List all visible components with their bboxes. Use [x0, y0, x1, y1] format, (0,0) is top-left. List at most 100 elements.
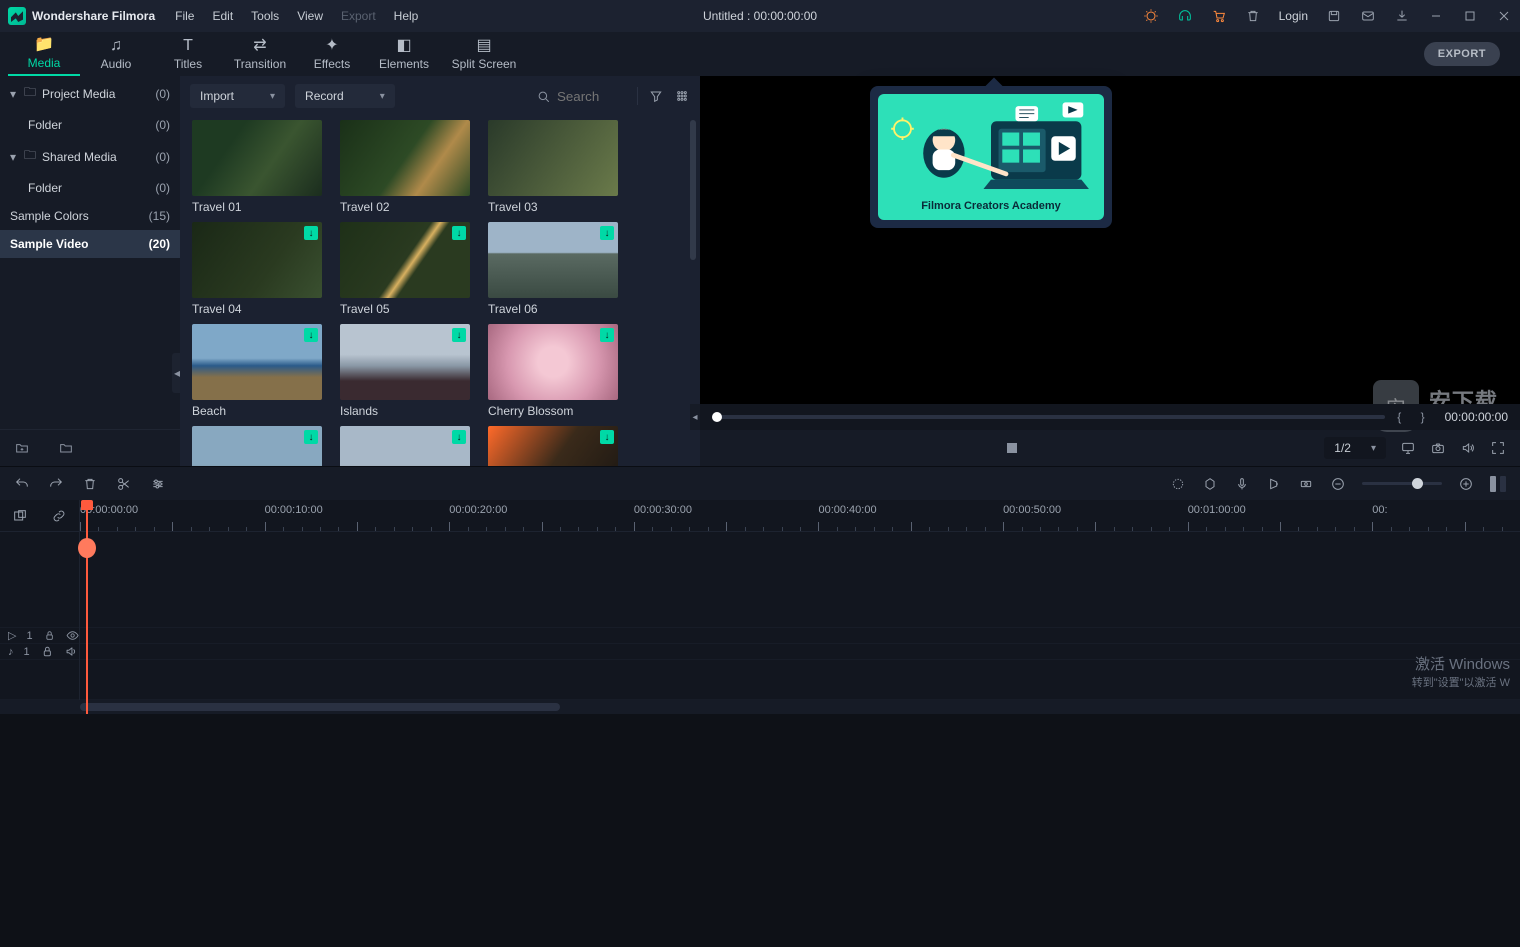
timeline-scrollbar[interactable]: [0, 700, 1520, 714]
zoom-out-icon[interactable]: [1330, 476, 1346, 492]
delete-icon[interactable]: [82, 476, 98, 492]
filter-icon[interactable]: [648, 88, 664, 104]
undo-icon[interactable]: [14, 476, 30, 492]
zoom-slider[interactable]: [1362, 482, 1442, 485]
academy-tooltip[interactable]: Filmora Creators Academy: [870, 86, 1112, 228]
timeline-ruler[interactable]: 00:00:00:0000:00:10:0000:00:20:0000:00:3…: [80, 500, 1520, 531]
import-dropdown[interactable]: Import▾: [190, 84, 285, 108]
stop-icon[interactable]: [1007, 443, 1017, 453]
tab-transition[interactable]: ⇄Transition: [224, 32, 296, 76]
clip-thumbnail[interactable]: [488, 324, 618, 400]
window-minimize-icon[interactable]: [1428, 8, 1444, 24]
keyframe-icon[interactable]: [1298, 476, 1314, 492]
link-icon[interactable]: [51, 508, 67, 524]
adjust-icon[interactable]: [150, 476, 166, 492]
mute-icon[interactable]: [64, 644, 79, 659]
split-icon[interactable]: [116, 476, 132, 492]
save-icon[interactable]: [1326, 8, 1342, 24]
track-spacer[interactable]: [80, 660, 1520, 700]
volume-icon[interactable]: [1460, 440, 1476, 456]
clip-thumbnail[interactable]: [488, 426, 618, 466]
record-dropdown[interactable]: Record▾: [295, 84, 395, 108]
tab-effects[interactable]: ✦Effects: [296, 32, 368, 76]
audio-mixer-icon[interactable]: [1266, 476, 1282, 492]
clip-thumbnail[interactable]: [488, 120, 618, 196]
clip-thumbnail[interactable]: [340, 120, 470, 196]
trash-icon[interactable]: [1245, 8, 1261, 24]
menu-file[interactable]: File: [175, 9, 194, 23]
menu-tools[interactable]: Tools: [251, 9, 279, 23]
clip-thumbnail[interactable]: [340, 222, 470, 298]
search-box[interactable]: [536, 89, 627, 104]
sidebar-item-sample-colors[interactable]: Sample Colors (15): [0, 202, 180, 230]
media-clip[interactable]: Travel 06: [488, 222, 618, 316]
tab-audio[interactable]: ♫Audio: [80, 32, 152, 76]
media-clip[interactable]: [488, 426, 618, 466]
redo-icon[interactable]: [48, 476, 64, 492]
preview-collapse-handle[interactable]: ◂: [690, 404, 700, 430]
tips-icon[interactable]: [1143, 8, 1159, 24]
mark-in-out[interactable]: { }: [1397, 410, 1432, 424]
playhead[interactable]: [86, 500, 88, 714]
timeline-view-toggle[interactable]: [1490, 476, 1506, 492]
audio-track-head[interactable]: ♪1: [0, 644, 79, 660]
media-clip[interactable]: Cherry Blossom: [488, 324, 618, 418]
media-clip[interactable]: Travel 04: [192, 222, 322, 316]
video-track[interactable]: [80, 628, 1520, 644]
preview-scrubber[interactable]: [712, 415, 1385, 419]
track-manage-icon[interactable]: [12, 508, 28, 524]
export-button[interactable]: EXPORT: [1424, 42, 1500, 66]
playhead-handle-icon[interactable]: [78, 538, 96, 558]
add-folder-icon[interactable]: [14, 440, 30, 456]
tab-titles[interactable]: TTitles: [152, 32, 224, 76]
clip-thumbnail[interactable]: [192, 222, 322, 298]
grid-view-icon[interactable]: [674, 88, 690, 104]
sidebar-item-folder[interactable]: Folder (0): [0, 111, 180, 139]
zoom-in-icon[interactable]: [1458, 476, 1474, 492]
sidebar-item-sample-video[interactable]: Sample Video (20): [0, 230, 180, 258]
media-clip[interactable]: Travel 03: [488, 120, 618, 214]
menu-help[interactable]: Help: [394, 9, 419, 23]
snapshot-icon[interactable]: [1430, 440, 1446, 456]
media-clip[interactable]: Beach: [192, 324, 322, 418]
media-clip[interactable]: [192, 426, 322, 466]
track-spacer[interactable]: [80, 532, 1520, 628]
menu-edit[interactable]: Edit: [212, 9, 233, 23]
lock-icon[interactable]: [43, 628, 56, 643]
menu-view[interactable]: View: [297, 9, 323, 23]
sidebar-item-folder[interactable]: Folder (0): [0, 174, 180, 202]
lock-icon[interactable]: [40, 644, 55, 659]
marker-icon[interactable]: [1202, 476, 1218, 492]
login-button[interactable]: Login: [1279, 9, 1308, 23]
sidebar-item-shared-media[interactable]: ▾ 🗀 Shared Media (0): [0, 139, 180, 174]
support-icon[interactable]: [1177, 8, 1193, 24]
voiceover-icon[interactable]: [1234, 476, 1250, 492]
window-maximize-icon[interactable]: [1462, 8, 1478, 24]
fullscreen-icon[interactable]: [1490, 440, 1506, 456]
message-icon[interactable]: [1360, 8, 1376, 24]
search-input[interactable]: [557, 89, 627, 104]
clip-thumbnail[interactable]: [488, 222, 618, 298]
media-clip[interactable]: Travel 02: [340, 120, 470, 214]
window-close-icon[interactable]: [1496, 8, 1512, 24]
cart-icon[interactable]: [1211, 8, 1227, 24]
clip-thumbnail[interactable]: [192, 120, 322, 196]
preview-quality-select[interactable]: 1/2▾: [1324, 437, 1386, 459]
video-track-head[interactable]: ▷1: [0, 628, 79, 644]
media-clip[interactable]: [340, 426, 470, 466]
clip-thumbnail[interactable]: [192, 426, 322, 466]
tab-elements[interactable]: ◧Elements: [368, 32, 440, 76]
tab-media[interactable]: 📁Media: [8, 32, 80, 76]
tab-split-screen[interactable]: ▤Split Screen: [440, 32, 528, 76]
media-clip[interactable]: Travel 01: [192, 120, 322, 214]
clip-thumbnail[interactable]: [340, 324, 470, 400]
clip-thumbnail[interactable]: [340, 426, 470, 466]
eye-icon[interactable]: [66, 628, 79, 643]
media-clip[interactable]: Travel 05: [340, 222, 470, 316]
download-icon[interactable]: [1394, 8, 1410, 24]
sidebar-item-project-media[interactable]: ▾ 🗀 Project Media (0): [0, 76, 180, 111]
display-icon[interactable]: [1400, 440, 1416, 456]
audio-track[interactable]: [80, 644, 1520, 660]
media-clip[interactable]: Islands: [340, 324, 470, 418]
clip-thumbnail[interactable]: [192, 324, 322, 400]
